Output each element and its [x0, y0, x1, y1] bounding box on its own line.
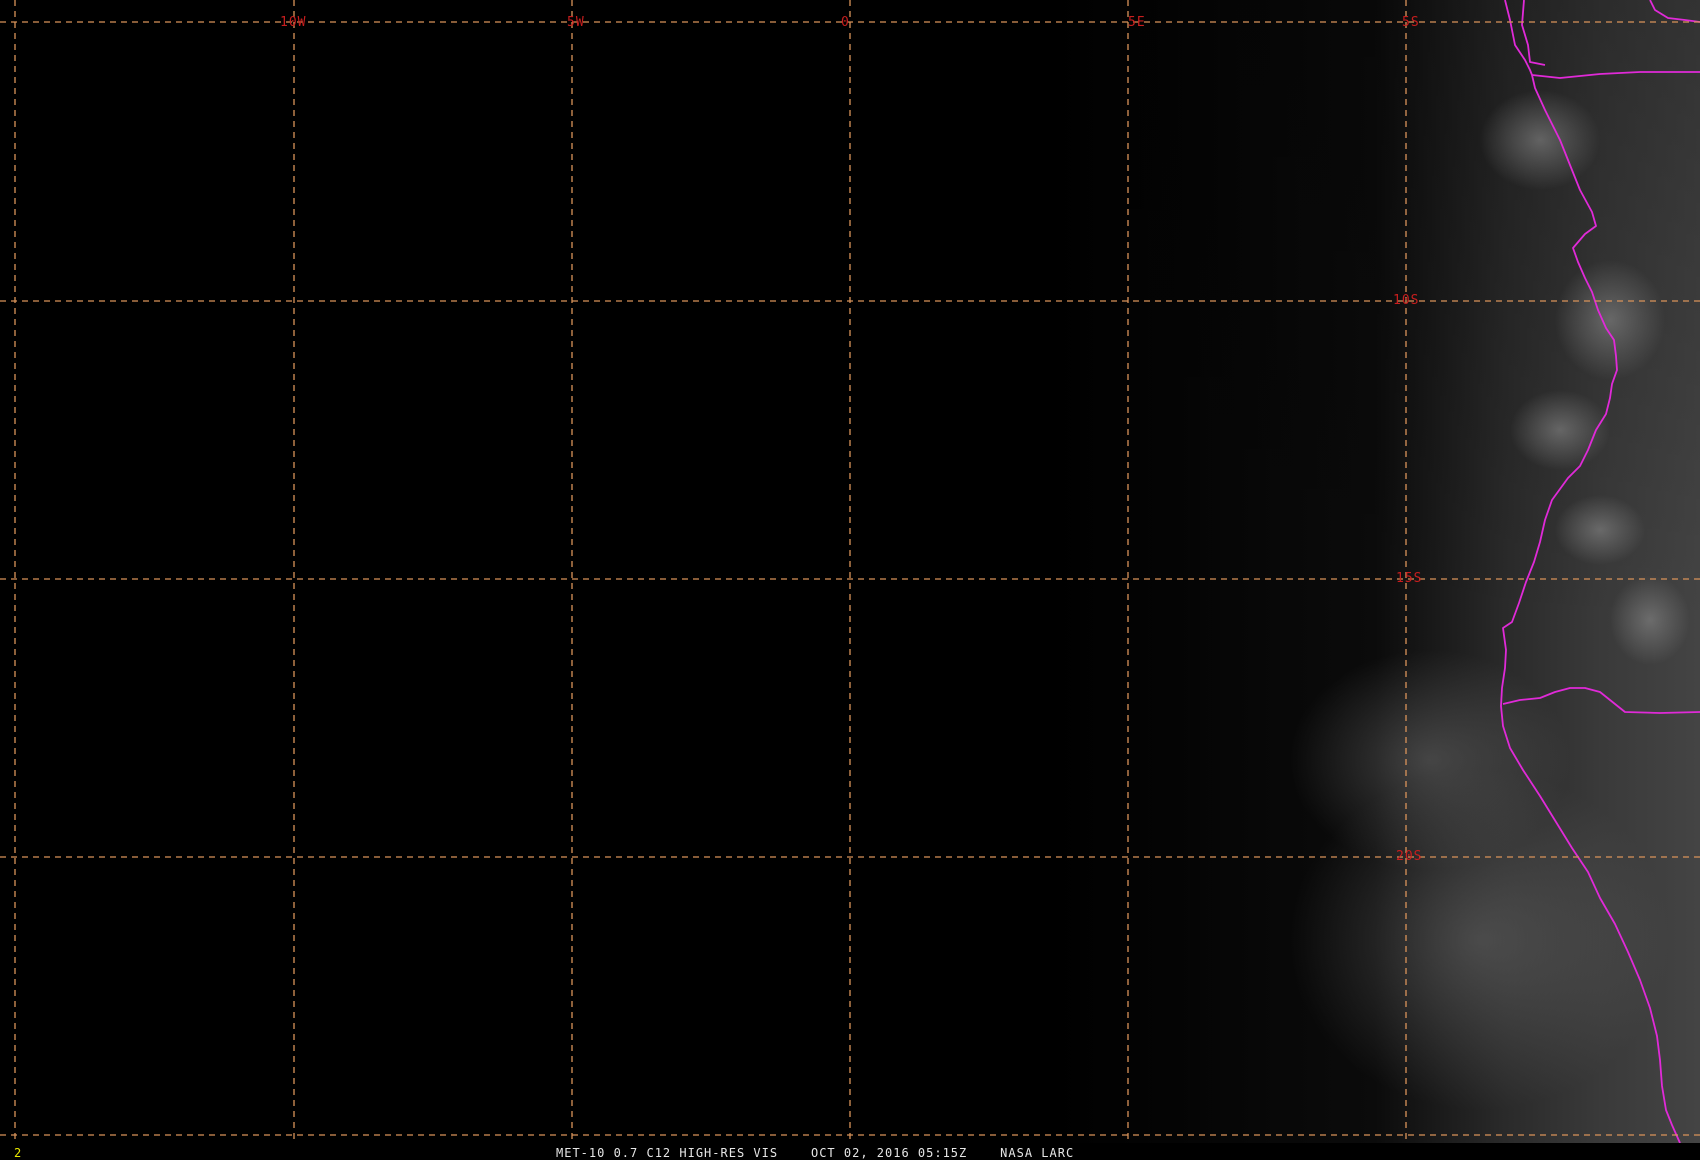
satellite-map[interactable]: 10W 5W 0 5E 5S 10S 15S 20S	[0, 0, 1700, 1160]
latitude-label: 15S	[1396, 571, 1422, 586]
satellite-imagery	[1050, 0, 1700, 1143]
timestamp-label: OCT 02, 2016 05:15Z	[810, 1146, 968, 1160]
image-caption: MET-10 0.7 C12 HIGH-RES VIS OCT 02, 2016…	[556, 1146, 1074, 1160]
cloud-cluster	[1555, 495, 1645, 565]
source-label: NASA LARC	[1000, 1146, 1075, 1160]
cloud-cluster	[1510, 390, 1610, 470]
satellite-map-viewport[interactable]: 10W 5W 0 5E 5S 10S 15S 20S	[0, 0, 1700, 1160]
longitude-label: 0	[841, 15, 850, 30]
stratocumulus-deck-north	[1290, 650, 1570, 870]
longitude-label: 5E	[1128, 15, 1146, 30]
satellite-product-label: MET-10 0.7 C12 HIGH-RES VIS	[556, 1146, 779, 1160]
latitude-label: 5S	[1402, 15, 1420, 30]
latitude-label: 20S	[1396, 849, 1422, 864]
cloud-cluster	[1610, 575, 1690, 665]
longitude-label: 10W	[280, 15, 306, 30]
longitude-label: 5W	[567, 15, 585, 30]
latitude-label: 10S	[1393, 293, 1419, 308]
cloud-cluster	[1480, 90, 1600, 190]
cloud-cluster	[1555, 260, 1665, 380]
frame-number: 2	[14, 1146, 22, 1160]
